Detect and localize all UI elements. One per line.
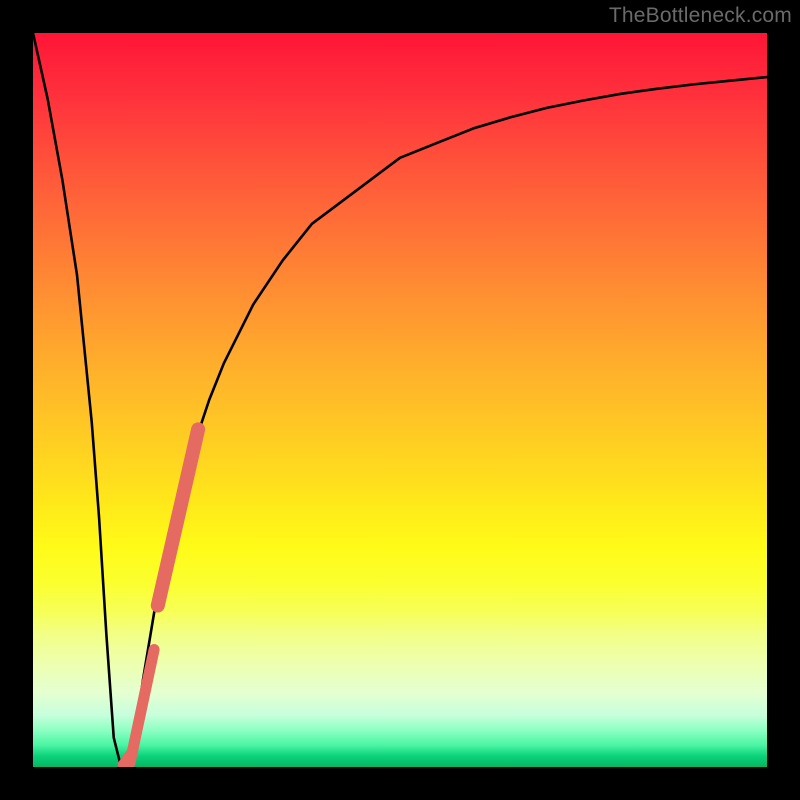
series-highlight-lower <box>130 650 154 764</box>
series-highlight-upper <box>158 429 198 605</box>
series-bottleneck-curve <box>33 33 767 767</box>
series-highlight-nub <box>123 752 132 764</box>
chart-plot-area <box>33 33 767 767</box>
series-layer <box>33 33 767 767</box>
chart-stage: TheBottleneck.com <box>0 0 800 800</box>
watermark-text: TheBottleneck.com <box>609 4 792 28</box>
chart-svg <box>33 33 767 767</box>
